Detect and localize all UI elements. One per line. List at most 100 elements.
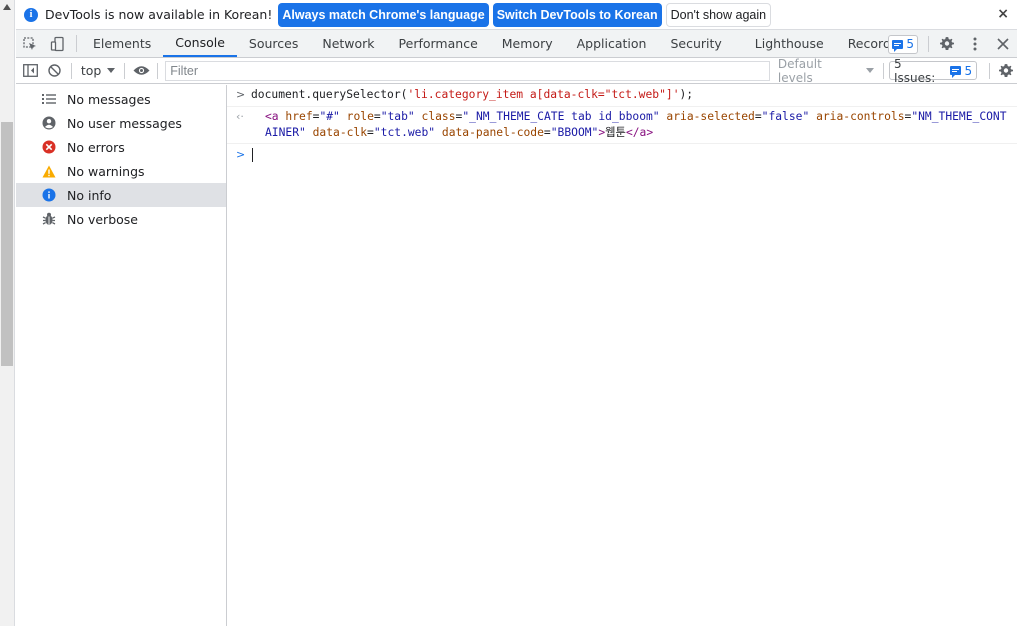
messages-count: 5 xyxy=(906,37,914,51)
language-infobar: i DevTools is now available in Korean! A… xyxy=(16,0,1017,30)
tab-network[interactable]: Network xyxy=(310,30,386,57)
scrollbar-thumb[interactable] xyxy=(1,122,13,366)
input-chevron-icon: > xyxy=(236,88,246,101)
message-icon xyxy=(892,39,904,52)
user-icon xyxy=(42,116,56,130)
input-code-prefix: document.querySelector( xyxy=(251,88,408,101)
sidebar-item-warnings[interactable]: No warnings xyxy=(16,159,226,183)
more-options-icon[interactable] xyxy=(961,37,989,51)
clear-console-icon[interactable] xyxy=(44,60,66,82)
filter-input[interactable] xyxy=(165,60,770,81)
toolbar-divider xyxy=(928,36,929,52)
main-tab-bar: Elements Console Sources Network Perform… xyxy=(16,30,1017,58)
inspect-element-icon[interactable] xyxy=(16,30,44,57)
tab-sources[interactable]: Sources xyxy=(237,30,310,57)
warning-icon xyxy=(42,164,56,178)
toolbar-divider xyxy=(883,62,884,79)
tab-application[interactable]: Application xyxy=(565,30,659,57)
attr-value: "false" xyxy=(761,110,810,123)
issues-count-value: 5 xyxy=(964,63,973,78)
console-body: No messages No user messages No errors N… xyxy=(16,85,1017,626)
attr-value: "tct.web" xyxy=(373,125,436,139)
input-code-suffix: ); xyxy=(679,88,694,101)
attr-name: data-panel-code xyxy=(441,125,544,139)
attr-name: class xyxy=(421,110,456,123)
console-settings-gear-icon[interactable] xyxy=(995,60,1017,82)
console-output-line[interactable]: ‹· <a href="#" role="tab" class="_NM_THE… xyxy=(227,107,1017,144)
info-icon xyxy=(42,188,56,202)
attr-name: role xyxy=(346,110,374,123)
list-icon xyxy=(42,92,56,106)
input-code-string: 'li.category_item a[data-clk="tct.web"]' xyxy=(407,88,680,101)
output-close-tag: </a> xyxy=(625,125,654,139)
error-icon xyxy=(42,140,56,154)
info-icon: i xyxy=(24,7,38,22)
sidebar-item-label: No errors xyxy=(67,139,125,155)
tab-memory[interactable]: Memory xyxy=(490,30,565,57)
issues-count: 5 xyxy=(950,64,972,78)
tab-elements[interactable]: Elements xyxy=(81,30,163,57)
toolbar-divider xyxy=(157,62,159,79)
context-label: top xyxy=(80,63,102,78)
toolbar-divider xyxy=(989,62,991,79)
attr-name: aria-selected xyxy=(666,110,755,123)
output-open-tag: <a xyxy=(265,110,279,123)
close-icon[interactable]: × xyxy=(997,6,1009,22)
sidebar-item-verbose[interactable]: No verbose xyxy=(16,207,226,231)
console-toolbar: top Default levels 5 Issues: 5 xyxy=(16,57,1017,85)
dont-show-again-button[interactable]: Don't show again xyxy=(665,2,772,27)
close-devtools-icon[interactable] xyxy=(989,38,1017,50)
issues-button[interactable]: 5 Issues: 5 xyxy=(889,57,978,85)
output-return-arrow-icon: ‹· xyxy=(236,110,244,123)
sidebar-item-label: No user messages xyxy=(67,115,182,131)
sidebar-item-label: No messages xyxy=(67,91,151,107)
always-match-language-button[interactable]: Always match Chrome's language xyxy=(278,2,489,27)
console-input-line: > document.querySelector('li.category_it… xyxy=(227,85,1017,107)
sidebar-item-label: No info xyxy=(67,187,112,203)
sidebar-item-errors[interactable]: No errors xyxy=(16,135,226,159)
sidebar-item-label: No warnings xyxy=(67,163,145,179)
prompt-chevron-icon: > xyxy=(236,148,246,161)
toggle-sidebar-icon[interactable] xyxy=(20,60,42,82)
bug-icon xyxy=(42,212,56,226)
attr-value: "tab" xyxy=(380,110,415,123)
toolbar-divider xyxy=(70,62,72,79)
attr-value: "BBOOM" xyxy=(550,125,599,139)
console-prompt-line[interactable]: > xyxy=(227,144,1017,166)
tabbar-actions: 5 xyxy=(888,30,1017,58)
toolbar-divider xyxy=(76,35,77,52)
console-sidebar: No messages No user messages No errors N… xyxy=(16,85,227,626)
chevron-down-icon xyxy=(107,68,116,73)
issues-label: 5 Issues: xyxy=(894,56,936,85)
tab-performance[interactable]: Performance xyxy=(387,30,490,57)
attr-value[interactable]: "#" xyxy=(319,110,339,123)
sidebar-item-label: No verbose xyxy=(67,211,138,227)
settings-gear-icon[interactable] xyxy=(933,36,961,52)
device-toolbar-icon[interactable] xyxy=(44,30,72,57)
chevron-down-icon xyxy=(866,68,874,73)
messages-counter-button[interactable]: 5 xyxy=(888,34,918,54)
attr-name: href xyxy=(285,110,313,123)
log-levels-label: Default levels xyxy=(777,56,822,85)
toolbar-divider xyxy=(124,62,126,79)
log-levels-dropdown[interactable]: Default levels xyxy=(778,57,874,85)
sidebar-item-user-messages[interactable]: No user messages xyxy=(16,111,226,135)
tab-console[interactable]: Console xyxy=(163,30,237,57)
tab-security[interactable]: Security xyxy=(658,30,733,57)
infobar-message: DevTools is now available in Korean! xyxy=(45,7,273,22)
context-selector[interactable]: top xyxy=(77,63,119,78)
devtools-panel: i DevTools is now available in Korean! A… xyxy=(16,0,1017,626)
console-messages[interactable]: > document.querySelector('li.category_it… xyxy=(227,85,1017,626)
page-scrollbar[interactable] xyxy=(0,0,15,626)
scroll-up-arrow-icon[interactable] xyxy=(3,4,11,10)
tab-lighthouse[interactable]: Lighthouse xyxy=(734,30,836,57)
attr-name: aria-controls xyxy=(816,110,905,123)
attr-value: "_NM_THEME_CATE tab id_bboom" xyxy=(462,110,660,123)
sidebar-item-messages[interactable]: No messages xyxy=(16,87,226,111)
attr-name: data-clk xyxy=(312,125,368,139)
text-cursor xyxy=(252,148,253,162)
switch-to-korean-button[interactable]: Switch DevTools to Korean xyxy=(492,2,662,27)
sidebar-item-info[interactable]: No info xyxy=(16,183,226,207)
live-expression-eye-icon[interactable] xyxy=(130,60,152,82)
output-text-content: 웹툰 xyxy=(605,125,626,139)
